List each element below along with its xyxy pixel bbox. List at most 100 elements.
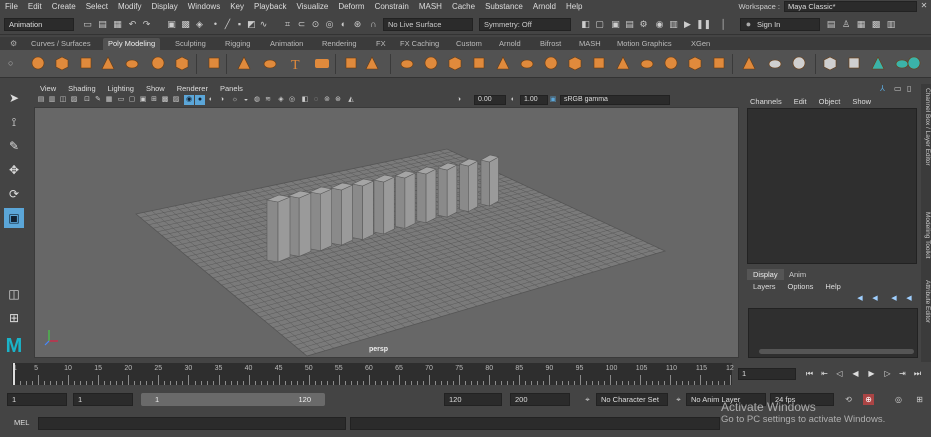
- shelf-tab-arnold[interactable]: Arnold: [494, 38, 526, 50]
- undo-icon[interactable]: ↶: [127, 19, 138, 30]
- human-ik-icon[interactable]: ♙: [840, 18, 852, 31]
- animation-prefs-icon[interactable]: ◎: [893, 394, 904, 405]
- menu-set-dropdown[interactable]: Animation: [4, 18, 74, 31]
- xray-icon[interactable]: ◌: [311, 95, 321, 105]
- panel-menu-view[interactable]: View: [34, 84, 62, 94]
- layout-uv-icon[interactable]: [906, 55, 922, 71]
- gate-mask-icon[interactable]: ▣: [138, 95, 148, 105]
- curve-mask-icon[interactable]: ∿: [258, 19, 269, 30]
- panel-menu-lighting[interactable]: Lighting: [102, 84, 140, 94]
- snap-grid-icon[interactable]: ⌗: [282, 19, 293, 30]
- layer-tab-anim[interactable]: Anim: [783, 269, 812, 280]
- wireframe-icon[interactable]: ◉: [184, 95, 194, 105]
- float-panel-icon[interactable]: ▭: [894, 84, 906, 94]
- paint-select-tool-icon[interactable]: ✎: [4, 136, 24, 156]
- torus-icon[interactable]: [124, 55, 140, 71]
- layer-scrollbar[interactable]: [759, 349, 914, 354]
- cut-uv-icon[interactable]: [870, 55, 886, 71]
- text-icon[interactable]: T: [288, 55, 304, 71]
- shelf-tab-rigging[interactable]: Rigging: [220, 38, 255, 50]
- menu-windows[interactable]: Windows: [183, 0, 225, 13]
- default-material-icon[interactable]: ◐: [206, 95, 216, 105]
- tool-settings-icon[interactable]: ▩: [870, 18, 882, 31]
- scene-canvas[interactable]: [35, 108, 739, 358]
- shelf-tab-fx[interactable]: FX: [371, 38, 391, 50]
- isolate-select-icon[interactable]: ◧: [300, 95, 310, 105]
- select-hierarchy-icon[interactable]: ▣: [166, 19, 177, 30]
- side-tab-channel-box-layer-editor[interactable]: Channel Box / Layer Editor: [922, 88, 931, 166]
- new-layer-selected-icon[interactable]: ◀: [870, 295, 880, 303]
- layer-menu-options[interactable]: Options: [782, 281, 820, 292]
- quad-view-icon[interactable]: ◫: [4, 284, 24, 304]
- layer-list[interactable]: [748, 308, 918, 358]
- shelf-tab-rendering[interactable]: Rendering: [317, 38, 362, 50]
- hypershade-icon[interactable]: ◉: [654, 19, 665, 30]
- grease-pencil-icon[interactable]: ✎: [93, 95, 103, 105]
- snap-surface-icon[interactable]: ◐: [338, 19, 349, 30]
- textured-icon[interactable]: ◑: [217, 95, 227, 105]
- go-to-start-icon[interactable]: ⏮: [804, 368, 815, 380]
- current-frame-field[interactable]: 1: [738, 368, 796, 380]
- menu-select[interactable]: Select: [81, 0, 113, 13]
- panel-menu-shading[interactable]: Shading: [62, 84, 102, 94]
- boolean-intersect-icon[interactable]: [519, 55, 535, 71]
- face-mask-icon[interactable]: ▪: [234, 19, 245, 30]
- channel-menu-edit[interactable]: Edit: [788, 96, 813, 107]
- play-backward-icon[interactable]: ◀: [850, 368, 861, 380]
- fill-hole-icon[interactable]: [615, 55, 631, 71]
- rotate-tool-icon[interactable]: ⟳: [4, 184, 24, 204]
- step-back-frame-icon[interactable]: ◁: [834, 368, 845, 380]
- smooth-icon[interactable]: [447, 55, 463, 71]
- pyramid-icon[interactable]: [236, 55, 252, 71]
- select-object-icon[interactable]: ▩: [180, 19, 191, 30]
- shelf-tab-animation[interactable]: Animation: [265, 38, 308, 50]
- anti-aliasing-icon[interactable]: ◈: [276, 95, 286, 105]
- cylinder-icon[interactable]: [78, 55, 94, 71]
- layout-icon[interactable]: ⊞: [4, 308, 24, 328]
- shelf-tab-xgen[interactable]: XGen: [686, 38, 715, 50]
- menu-create[interactable]: Create: [47, 0, 81, 13]
- side-tab-attribute-editor[interactable]: Attribute Editor: [922, 280, 931, 323]
- resolution-gate-icon[interactable]: ▢: [127, 95, 137, 105]
- character-set-dropdown[interactable]: No Character Set: [596, 393, 668, 406]
- time-slider-track[interactable]: 1510152025303540455055606570758085909510…: [12, 363, 734, 385]
- panel-menu-panels[interactable]: Panels: [214, 84, 249, 94]
- step-forward-key-icon[interactable]: ⇥: [897, 368, 908, 380]
- sweep-icon[interactable]: [262, 55, 278, 71]
- boolean-union-icon[interactable]: [471, 55, 487, 71]
- animation-start-field[interactable]: 1: [7, 393, 67, 406]
- viewport-persp[interactable]: persp: [34, 107, 739, 358]
- redo-icon[interactable]: ↷: [141, 19, 152, 30]
- append-icon[interactable]: [639, 55, 655, 71]
- extrude-icon[interactable]: [567, 55, 583, 71]
- uv-mask-icon[interactable]: ◩: [246, 19, 257, 30]
- select-camera-icon[interactable]: ▤: [36, 95, 46, 105]
- combine-icon[interactable]: [399, 55, 415, 71]
- shelf-tab-mash[interactable]: MASH: [574, 38, 606, 50]
- channel-menu-show[interactable]: Show: [846, 96, 877, 107]
- xray-joints-icon[interactable]: ⊚: [322, 95, 332, 105]
- menu-visualize[interactable]: Visualize: [291, 0, 333, 13]
- menu-cache[interactable]: Cache: [447, 0, 480, 13]
- shelf-tab-custom[interactable]: Custom: [451, 38, 487, 50]
- gamma-field[interactable]: 1.00: [520, 95, 548, 105]
- select-component-icon[interactable]: ◈: [194, 19, 205, 30]
- render-view-icon[interactable]: ▥: [668, 19, 679, 30]
- 2d-pan-zoom-icon[interactable]: ⊡: [82, 95, 92, 105]
- shelf-tab-poly-modeling[interactable]: Poly Modeling: [103, 38, 161, 50]
- ipr-render-icon[interactable]: ▤: [624, 19, 635, 30]
- channel-box-settings-icon[interactable]: ⅄: [880, 84, 892, 94]
- film-gate-icon[interactable]: ▭: [116, 95, 126, 105]
- render-current-icon[interactable]: ▣: [610, 19, 621, 30]
- shelf-tab-motion-graphics[interactable]: Motion Graphics: [612, 38, 677, 50]
- color-space-dropdown[interactable]: sRGB gamma: [560, 95, 670, 105]
- panel-menu-show[interactable]: Show: [140, 84, 171, 94]
- use-all-lights-icon[interactable]: ☼: [230, 95, 240, 105]
- play-forward-icon[interactable]: ▶: [866, 368, 877, 380]
- attribute-editor-icon[interactable]: ▦: [855, 18, 867, 31]
- image-plane-icon[interactable]: ▨: [69, 95, 79, 105]
- mel-label[interactable]: MEL: [14, 418, 29, 427]
- field-chart-icon[interactable]: ⊞: [149, 95, 159, 105]
- exposure-field[interactable]: 0.00: [474, 95, 506, 105]
- playback-start-field[interactable]: 1: [73, 393, 133, 406]
